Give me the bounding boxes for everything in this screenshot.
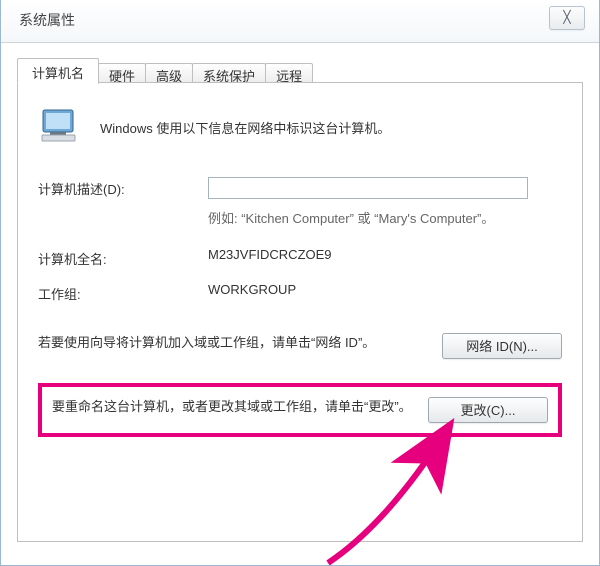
button-label: 更改(C)... [461, 403, 516, 418]
button-label: 网络 ID(N)... [466, 339, 538, 354]
tab-label: 计算机名 [32, 66, 84, 81]
intro-text: Windows 使用以下信息在网络中标识这台计算机。 [100, 118, 390, 137]
intro-row: Windows 使用以下信息在网络中标识这台计算机。 [38, 105, 562, 149]
window-title: 系统属性 [1, 0, 75, 30]
close-button[interactable]: ╳ [549, 6, 585, 30]
tabpanel-computer-name: Windows 使用以下信息在网络中标识这台计算机。 计算机描述(D): 例如:… [17, 82, 583, 542]
network-id-button[interactable]: 网络 ID(N)... [442, 333, 562, 359]
system-properties-window: 系统属性 ╳ 计算机名 硬件 高级 系统保护 远程 [0, 0, 600, 566]
highlight-change-row: 要重命名这台计算机，或者更改其域或工作组，请单击“更改”。 更改(C)... [38, 383, 562, 437]
client-area: 计算机名 硬件 高级 系统保护 远程 Windows 使用以下信息在网络中标识这… [1, 43, 599, 558]
close-icon: ╳ [563, 10, 570, 24]
description-example: 例如: “Kitchen Computer” 或 “Mary's Compute… [208, 209, 562, 229]
description-input[interactable] [208, 177, 528, 199]
text-network-id: 若要使用向导将计算机加入域或工作组，请单击“网络 ID”。 [38, 333, 442, 354]
change-button[interactable]: 更改(C)... [428, 397, 548, 423]
computer-icon [38, 105, 82, 149]
label-workgroup: 工作组: [38, 282, 208, 303]
tabstrip: 计算机名 硬件 高级 系统保护 远程 [17, 57, 583, 83]
value-fullname: M23JVFIDCRCZOE9 [208, 247, 562, 262]
row-network-id: 若要使用向导将计算机加入域或工作组，请单击“网络 ID”。 网络 ID(N)..… [38, 333, 562, 359]
text-change: 要重命名这台计算机，或者更改其域或工作组，请单击“更改”。 [52, 397, 428, 418]
value-description [208, 177, 562, 199]
row-description: 计算机描述(D): [38, 177, 562, 199]
titlebar: 系统属性 ╳ [1, 0, 599, 43]
row-fullname: 计算机全名: M23JVFIDCRCZOE9 [38, 247, 562, 268]
row-workgroup: 工作组: WORKGROUP [38, 282, 562, 303]
label-fullname: 计算机全名: [38, 247, 208, 268]
label-description: 计算机描述(D): [38, 177, 208, 198]
value-workgroup: WORKGROUP [208, 282, 562, 297]
tab-computer-name[interactable]: 计算机名 [17, 58, 99, 84]
